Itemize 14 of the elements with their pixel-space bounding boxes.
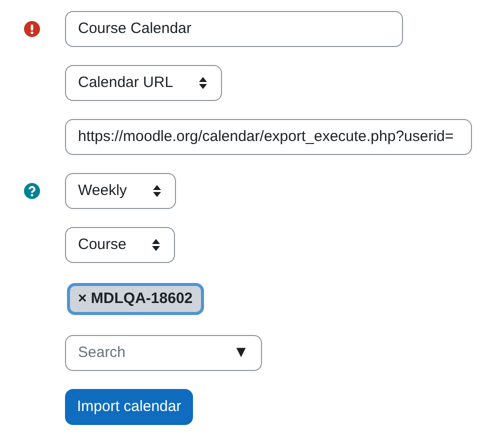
updown-caret-icon xyxy=(199,76,208,88)
dropdown-toggle[interactable]: ▼ xyxy=(233,344,249,362)
text-field[interactable]: Course Calendar xyxy=(65,10,403,46)
updown-caret-icon xyxy=(152,184,161,196)
updown-caret-icon xyxy=(152,238,160,250)
select-field[interactable]: Course xyxy=(65,226,176,262)
error-icon xyxy=(24,20,40,36)
help-icon[interactable] xyxy=(24,182,40,198)
selection-tag[interactable]: × MDLQA-18602 xyxy=(67,282,204,314)
select-field[interactable]: Calendar URL xyxy=(65,64,222,100)
select-field[interactable]: Weekly xyxy=(65,172,176,208)
url-field[interactable]: https://moodle.org/calendar/export_execute.php?userid= xyxy=(65,118,472,154)
search-field[interactable]: Search ▼ xyxy=(65,334,262,370)
import-button[interactable]: Import calendar xyxy=(65,388,194,424)
